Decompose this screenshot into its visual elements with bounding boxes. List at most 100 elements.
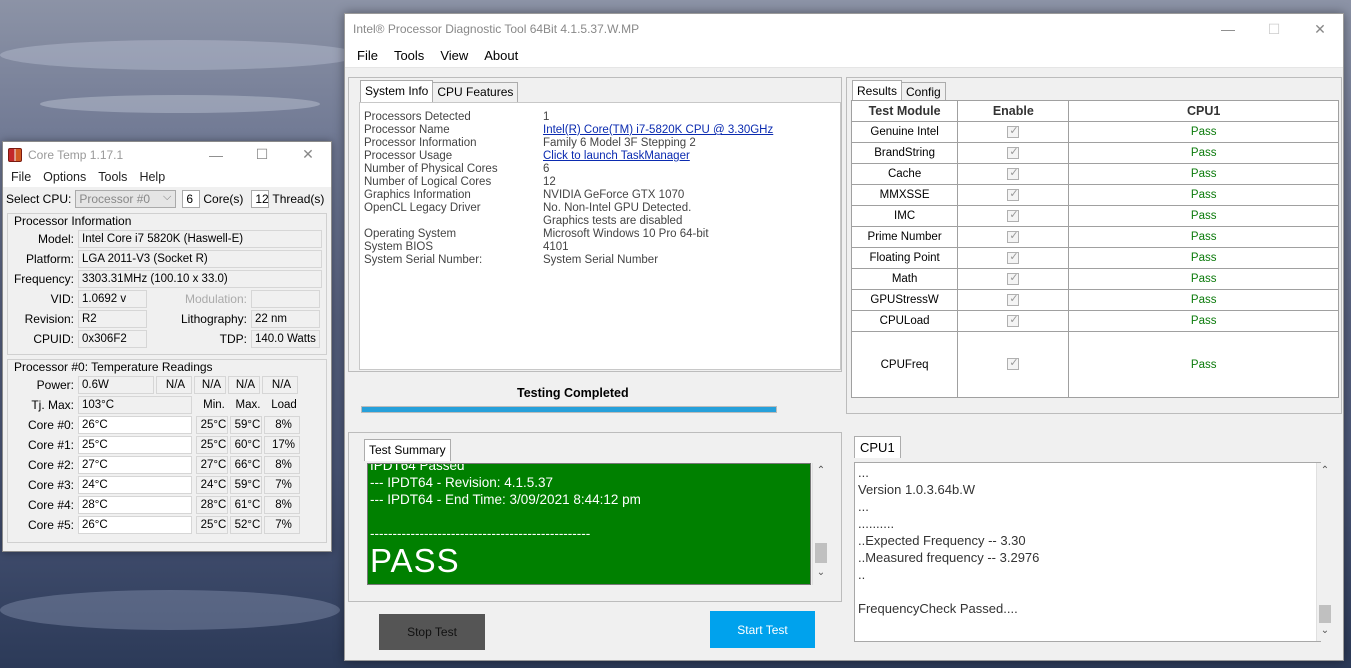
- tab-cpu1[interactable]: CPU1: [854, 436, 901, 458]
- enable-checkbox[interactable]: [1007, 124, 1020, 138]
- menu-tools[interactable]: Tools: [92, 170, 133, 184]
- menu-help[interactable]: Help: [133, 170, 171, 184]
- scroll-thumb[interactable]: [1319, 605, 1331, 623]
- ipdt-window: Intel® Processor Diagnostic Tool 64Bit 4…: [344, 13, 1344, 661]
- revision-value: R2: [78, 310, 147, 328]
- sysinfo-label: OpenCL Legacy Driver: [364, 202, 481, 214]
- log-line: ..: [858, 567, 866, 582]
- enable-checkbox[interactable]: [1007, 229, 1020, 243]
- cpu-select-dropdown[interactable]: Processor #0: [75, 189, 177, 208]
- test-module: GPUStressW: [850, 289, 959, 311]
- tab-config[interactable]: Config: [901, 82, 946, 102]
- test-result: Pass: [1068, 205, 1339, 227]
- table-row: Math Pass: [850, 268, 1339, 290]
- test-result: Pass: [1068, 163, 1339, 185]
- test-module: Math: [850, 268, 959, 290]
- coretemp-titlebar[interactable]: Core Temp 1.17.1 — ☐ ✕: [3, 142, 331, 167]
- col-load-header: Load: [271, 399, 297, 411]
- sysinfo-value: Microsoft Windows 10 Pro 64-bit: [543, 228, 709, 240]
- tdp-value: 140.0 Watts: [251, 330, 320, 348]
- scroll-down-icon[interactable]: ⌄: [813, 567, 829, 578]
- core-max: 66°C: [230, 456, 262, 474]
- table-row: IMC Pass: [850, 205, 1339, 227]
- menu-options[interactable]: Options: [37, 170, 92, 184]
- test-module: CPUFreq: [850, 331, 959, 398]
- scroll-thumb[interactable]: [815, 543, 827, 563]
- test-module: IMC: [850, 205, 959, 227]
- menu-tools[interactable]: Tools: [386, 48, 432, 63]
- enable-cell: [957, 142, 1070, 164]
- threads-count: 12: [251, 190, 270, 208]
- log-line: FrequencyCheck Passed....: [858, 601, 1018, 616]
- cpu1-log-output[interactable]: ... Version 1.0.3.64b.W............. ..Exp…: [854, 462, 1321, 642]
- close-icon[interactable]: ✕: [285, 142, 331, 167]
- menu-file[interactable]: File: [5, 170, 37, 184]
- sysinfo-link[interactable]: Intel(R) Core(TM) i7-5820K CPU @ 3.30GHz: [543, 124, 773, 136]
- power-value: N/A: [262, 376, 298, 394]
- vid-label: VID:: [50, 292, 74, 306]
- test-module: Floating Point: [850, 247, 959, 269]
- scroll-down-icon[interactable]: ⌄: [1317, 625, 1333, 636]
- results-header[interactable]: Enable: [957, 100, 1070, 122]
- table-row: BrandString Pass: [850, 142, 1339, 164]
- power-label: Power:: [36, 378, 74, 392]
- core-load: 17%: [264, 436, 300, 454]
- enable-cell: [957, 226, 1070, 248]
- platform-value: LGA 2011-V3 (Socket R): [78, 250, 322, 268]
- scroll-up-icon[interactable]: ⌃: [1317, 465, 1333, 476]
- core-max: 59°C: [230, 476, 262, 494]
- menu-file[interactable]: File: [349, 48, 386, 63]
- tab-test-summary[interactable]: Test Summary: [364, 439, 451, 461]
- enable-checkbox[interactable]: [1007, 292, 1020, 306]
- cpuid-label: CPUID:: [33, 332, 74, 346]
- core-row: Core #5: 26°C 25°C 52°C 7%: [8, 515, 326, 535]
- results-header[interactable]: CPU1: [1068, 100, 1339, 122]
- frequency-label: Frequency:: [13, 272, 74, 286]
- ipdt-titlebar[interactable]: Intel® Processor Diagnostic Tool 64Bit 4…: [345, 14, 1343, 44]
- enable-checkbox[interactable]: [1007, 250, 1020, 264]
- summary-line: --- IPDT64 - Revision: 4.1.5.37: [370, 475, 554, 490]
- core-load: 7%: [264, 516, 300, 534]
- menu-about[interactable]: About: [476, 48, 526, 63]
- menu-view[interactable]: View: [432, 48, 476, 63]
- tab-results[interactable]: Results: [852, 80, 903, 102]
- power-value: 0.6W: [78, 376, 154, 394]
- test-module: Genuine Intel: [850, 121, 959, 143]
- sysinfo-link[interactable]: Click to launch TaskManager: [543, 150, 690, 162]
- enable-cell: [957, 247, 1070, 269]
- close-icon[interactable]: ✕: [1297, 14, 1343, 44]
- stop-test-button[interactable]: Stop Test: [379, 614, 485, 650]
- summary-scrollbar[interactable]: ⌃ ⌄: [812, 463, 829, 585]
- core-label: Core #3:: [27, 478, 74, 492]
- log-scrollbar[interactable]: ⌃ ⌄: [1316, 463, 1333, 641]
- enable-checkbox[interactable]: [1007, 187, 1020, 201]
- enable-checkbox[interactable]: [1007, 271, 1020, 285]
- sysinfo-label: Processor Usage: [364, 150, 453, 162]
- test-result: Pass: [1068, 331, 1339, 398]
- tab-system-info[interactable]: System Info: [360, 80, 434, 102]
- progress-bar: [361, 406, 777, 413]
- sysinfo-value: 12: [543, 176, 556, 188]
- cpu-select-row: Select CPU: Processor #0 6 Core(s) 12 Th…: [3, 187, 331, 211]
- lithography-value: 22 nm: [251, 310, 320, 328]
- enable-checkbox[interactable]: [1007, 166, 1020, 180]
- tab-cpu-features[interactable]: CPU Features: [432, 82, 519, 102]
- test-module: Prime Number: [850, 226, 959, 248]
- start-test-button[interactable]: Start Test: [710, 611, 815, 648]
- minimize-icon[interactable]: —: [1205, 14, 1251, 44]
- enable-checkbox[interactable]: [1007, 356, 1020, 371]
- maximize-icon[interactable]: ☐: [1251, 14, 1297, 44]
- core-min: 25°C: [196, 436, 228, 454]
- core-row: Core #1: 25°C 25°C 60°C 17%: [8, 435, 326, 455]
- maximize-icon[interactable]: ☐: [239, 142, 285, 167]
- test-summary-output[interactable]: IPDT64 Passed --- IPDT64 - Revision: 4.1.…: [367, 463, 811, 585]
- scroll-up-icon[interactable]: ⌃: [813, 465, 829, 476]
- enable-checkbox[interactable]: [1007, 145, 1020, 159]
- enable-checkbox[interactable]: [1007, 313, 1020, 327]
- test-result: Pass: [1068, 121, 1339, 143]
- col-min-header: Min.: [203, 399, 225, 411]
- results-header[interactable]: Test Module: [850, 100, 959, 122]
- minimize-icon[interactable]: —: [193, 142, 239, 167]
- enable-checkbox[interactable]: [1007, 208, 1020, 222]
- sysinfo-list: Processors Detected 1 Processor Name Intel(…: [359, 102, 841, 370]
